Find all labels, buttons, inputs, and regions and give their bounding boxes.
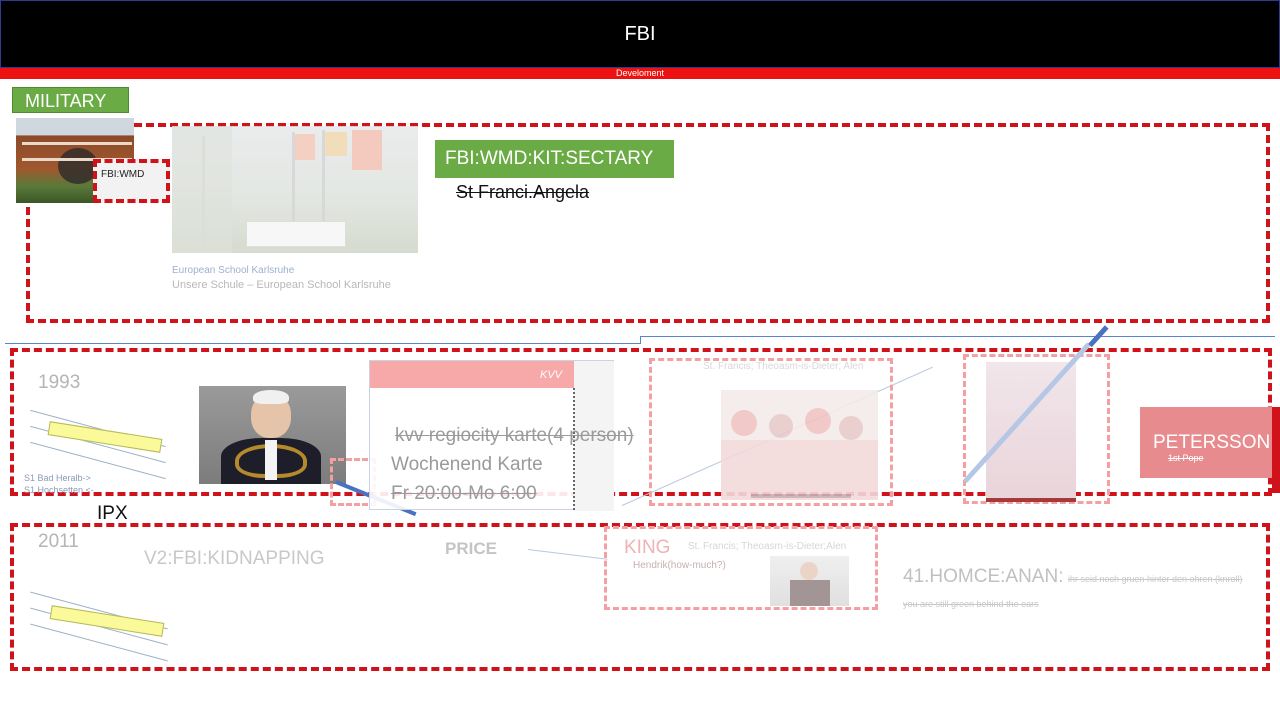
s1-line-1: S1 Bad Heralb-> [24, 473, 91, 483]
petersson-card: PETERSSON 1st Pope [1140, 407, 1272, 478]
page-title: FBI [624, 23, 656, 45]
school-flags-photo [172, 126, 418, 253]
group-photo-caption: St. Francis; Theoasm-is-Dieter; Alen [703, 361, 864, 372]
military-label: MILITARY [25, 91, 107, 111]
church-photo [986, 362, 1076, 502]
year-2011: 2011 [38, 531, 79, 552]
kvv-header-label: KVV [539, 369, 562, 381]
group-photo [721, 390, 878, 500]
divider-line [5, 343, 641, 344]
kidnapping-label: V2:FBI:KIDNAPPING [144, 548, 325, 569]
fbi-wmd-box: FBI:WMD [93, 159, 170, 203]
divider-line-step [640, 336, 641, 344]
rail-graphic-2011 [28, 591, 172, 662]
role-tag-label: FBI:WMD:KIT:SECTARY [445, 148, 654, 169]
kvv-line-1: kvv regiocity karte(4 person) [395, 425, 634, 446]
homce-block: 41.HOMCE:ANAN: ihr seid noch gruen hinte… [903, 563, 1255, 614]
king-sub: Hendrik(how-much?) [633, 560, 726, 571]
king-caption: St. Francis; Theoasm-is-Dieter;Alen [688, 541, 847, 552]
role-tag: FBI:WMD:KIT:SECTARY [435, 140, 674, 178]
kvv-line-3: Fr 20:00-Mo 6:00 [391, 483, 537, 504]
petersson-sub: 1st Pope [1168, 453, 1204, 463]
divider-line-right [640, 336, 1275, 337]
year-1993: 1993 [38, 372, 81, 393]
military-tag: MILITARY [12, 87, 129, 113]
rail-graphic-1993 [28, 409, 170, 480]
homce-prefix: 41.HOMCE:ANAN: [903, 566, 1064, 587]
school-caption-title: Unsere Schule – European School Karlsruh… [172, 279, 391, 291]
s1-line-2: S1 Hochsetten <- [24, 485, 94, 495]
petersson-name: PETERSSON [1153, 432, 1271, 453]
app-header: FBI [0, 0, 1280, 68]
school-caption-source: European School Karlsruhe [172, 265, 295, 276]
ipx-label: IPX [97, 503, 128, 524]
fbi-wmd-label: FBI:WMD [101, 169, 145, 180]
kvv-line-2: Wochenend Karte [391, 454, 543, 475]
price-label: PRICE [445, 539, 497, 558]
petersson-edge [1272, 407, 1280, 493]
kvv-header-bar: KVV [370, 361, 574, 388]
portrait-photo [199, 386, 346, 484]
king-photo [770, 556, 849, 606]
subtitle-bar: Develoment [0, 68, 1280, 79]
king-label: KING [624, 537, 671, 558]
struck-name: St Franci.Angela [456, 182, 590, 202]
